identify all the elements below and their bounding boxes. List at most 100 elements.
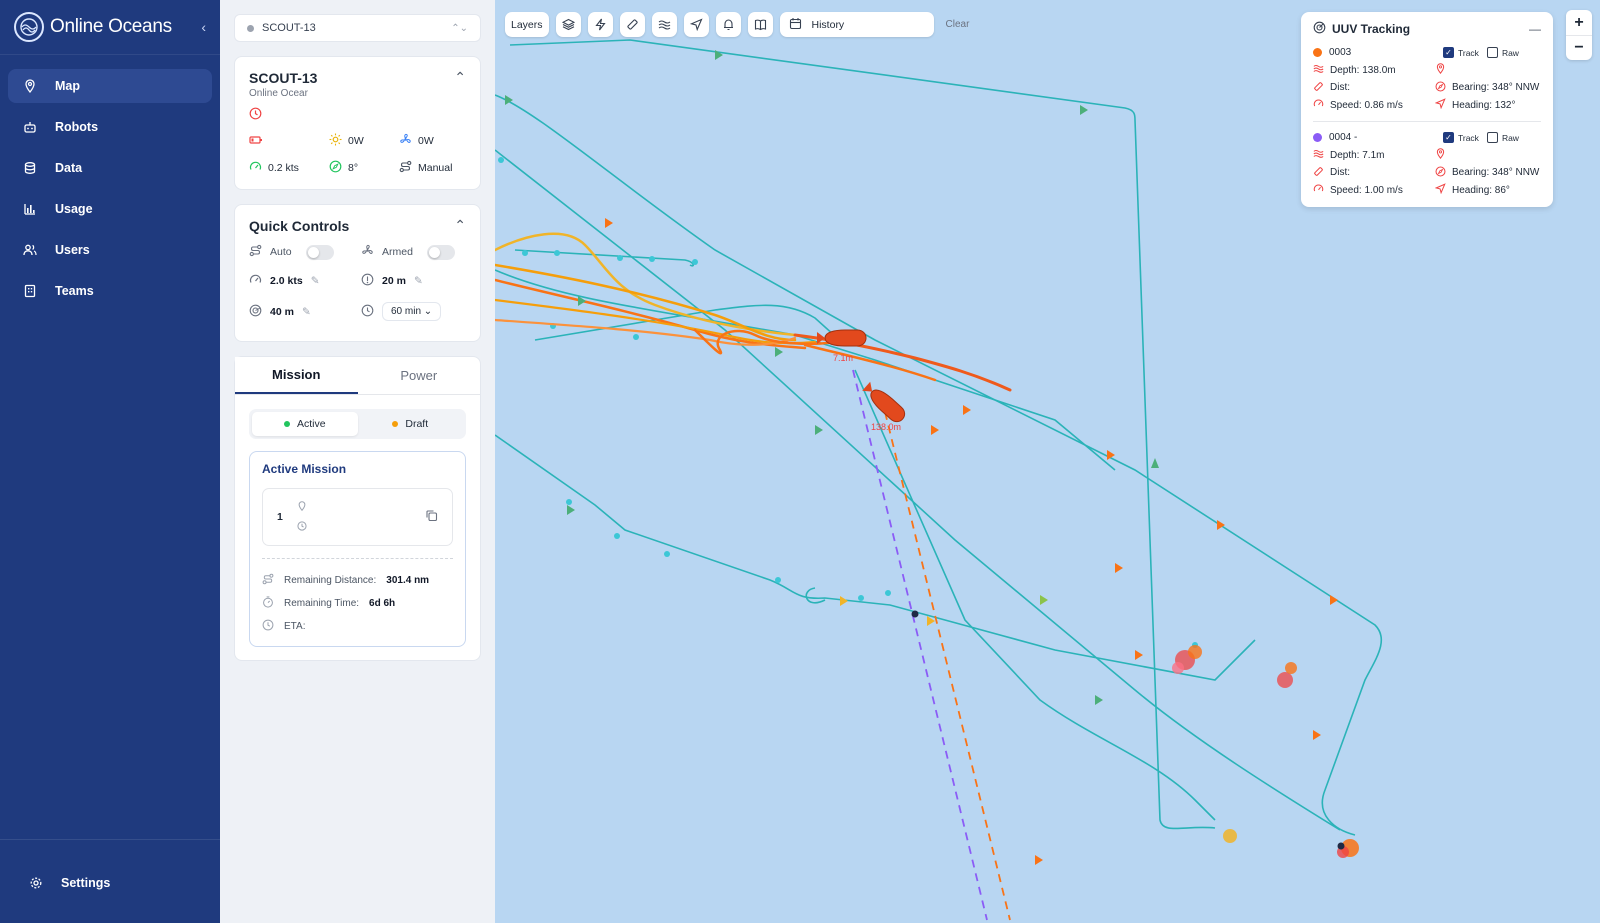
- map-pin-icon: [22, 78, 38, 94]
- ruler-icon[interactable]: [619, 12, 645, 37]
- segment-active[interactable]: Active: [252, 412, 358, 436]
- vehicle-id: 0003: [1329, 47, 1352, 59]
- sidebar-item-teams[interactable]: Teams: [8, 274, 212, 308]
- teal-waypoint-nodes: [498, 157, 1198, 648]
- tab-mission[interactable]: Mission: [235, 357, 358, 394]
- bearing-value: Bearing: 348° NNW: [1452, 167, 1540, 179]
- online-oceans-logo-icon: [14, 12, 44, 42]
- gauge-icon: [1313, 183, 1330, 197]
- depth-value: Depth: 7.1m: [1330, 149, 1385, 161]
- gauge-icon: [249, 273, 270, 289]
- calendar-icon: [789, 17, 802, 33]
- activity-clusters: [911, 610, 1359, 858]
- remaining-distance-row: Remaining Distance: 301.4 nm: [262, 569, 453, 592]
- sidebar-footer: Settings: [0, 839, 220, 923]
- chevron-up-icon[interactable]: ⌃: [454, 69, 466, 86]
- remaining-time-row: Remaining Time: 6d 6h: [262, 592, 453, 615]
- chevron-up-icon[interactable]: ⌃: [454, 217, 466, 234]
- waypoint-item[interactable]: 1: [262, 488, 453, 546]
- sidebar-item-data[interactable]: Data: [8, 151, 212, 185]
- track-direction-arrows: [505, 50, 1338, 865]
- radius-icon: [249, 304, 270, 320]
- quick-controls-title: Quick Controls: [249, 217, 350, 234]
- edit-depth-icon[interactable]: ✎: [414, 275, 423, 287]
- mission-card: Mission Power Active Draft Active Missio…: [234, 356, 481, 661]
- history-label: History: [811, 18, 845, 31]
- chevron-up-down-icon: ⌃⌄: [451, 22, 468, 34]
- speed-value: Speed: 0.86 m/s: [1330, 99, 1403, 111]
- tab-power[interactable]: Power: [358, 357, 481, 394]
- book-icon[interactable]: [747, 12, 773, 37]
- gauge-icon: [1313, 98, 1330, 112]
- teal-tracks: [495, 39, 1383, 836]
- vehicle-0004-depth-label: 7.1m: [833, 353, 854, 363]
- route-icon: [262, 573, 284, 588]
- gear-icon: [28, 875, 44, 891]
- heading-value: 8°: [348, 162, 359, 174]
- layers-button[interactable]: Layers: [505, 12, 549, 37]
- fan-icon: [361, 244, 382, 260]
- edit-speed-icon[interactable]: ✎: [311, 275, 320, 287]
- history-button[interactable]: History: [779, 12, 934, 37]
- mode-value: Manual: [418, 162, 453, 174]
- sidebar-item-usage[interactable]: Usage: [8, 192, 212, 226]
- compass-icon: [1435, 81, 1452, 95]
- depth-control: 20 m ✎: [361, 273, 466, 289]
- radar-icon: [1313, 21, 1332, 37]
- map-canvas[interactable]: 7.1m 138.0m Layers History Clear + − UUV…: [495, 0, 1600, 923]
- sidebar-item-robots[interactable]: Robots: [8, 110, 212, 144]
- raw-checkbox[interactable]: Raw: [1486, 132, 1519, 144]
- device-select[interactable]: SCOUT-13 ⌃⌄: [234, 14, 481, 42]
- lightning-icon[interactable]: [587, 12, 613, 37]
- layers-stack-icon[interactable]: [555, 12, 581, 37]
- battery-stat: [249, 133, 329, 149]
- active-mission-box: Active Mission 1 Remaining Distance: 301.…: [249, 451, 466, 647]
- vehicle-id: 0004 -: [1329, 132, 1358, 144]
- zoom-in-button[interactable]: +: [1566, 10, 1592, 35]
- segment-draft[interactable]: Draft: [358, 412, 464, 436]
- sidebar-item-settings[interactable]: Settings: [14, 866, 204, 900]
- sidebar-item-map[interactable]: Map: [8, 69, 212, 103]
- orange-tracks: [495, 232, 1012, 392]
- navigation-icon[interactable]: [683, 12, 709, 37]
- clock-alert-icon: [249, 107, 466, 123]
- heading-value: Heading: 132°: [1452, 99, 1516, 111]
- bell-icon[interactable]: [715, 12, 741, 37]
- armed-label: Armed: [382, 246, 413, 258]
- waves-icon[interactable]: [651, 12, 677, 37]
- clear-button[interactable]: Clear: [946, 19, 970, 30]
- speed-control: 2.0 kts ✎: [249, 273, 361, 289]
- robot-org: Online Ocear: [249, 88, 308, 99]
- armed-control: Armed: [361, 244, 466, 260]
- database-icon: [22, 160, 38, 176]
- raw-checkbox[interactable]: Raw: [1486, 47, 1519, 59]
- heading-value: Heading: 86°: [1452, 184, 1510, 196]
- speed-setpoint: 2.0 kts: [270, 275, 303, 287]
- armed-toggle[interactable]: [426, 244, 455, 260]
- clock-icon: [361, 304, 382, 320]
- timer-icon: [262, 596, 284, 611]
- track-checkbox[interactable]: ✓ Track: [1443, 132, 1479, 144]
- device-select-value: SCOUT-13: [262, 22, 316, 34]
- zoom-out-button[interactable]: −: [1566, 35, 1592, 60]
- radius-setpoint: 40 m: [270, 305, 294, 318]
- minimize-button[interactable]: —: [1529, 22, 1541, 36]
- edit-radius-icon[interactable]: ✎: [302, 306, 311, 318]
- map-pin-icon: [297, 500, 307, 514]
- sidebar-item-users[interactable]: Users: [8, 233, 212, 267]
- copy-icon[interactable]: [425, 509, 438, 525]
- radius-control: 40 m ✎: [249, 302, 361, 321]
- depth-icon: [361, 273, 382, 289]
- collapse-sidebar-icon[interactable]: ‹: [201, 19, 206, 35]
- sidebar-nav: Map Robots Data Usage Users Teams: [0, 55, 220, 329]
- track-checkbox[interactable]: ✓ Track: [1443, 47, 1479, 59]
- remaining-time-value: 6d 6h: [369, 598, 396, 609]
- ruler-icon: [1313, 166, 1330, 180]
- route-icon: [249, 244, 270, 260]
- auto-toggle[interactable]: [305, 244, 334, 260]
- sidebar: Online Oceans ‹ Map Robots Data Usage Us…: [0, 0, 220, 923]
- users-icon: [22, 242, 38, 258]
- compass-icon: [1435, 166, 1452, 180]
- vehicle-color-dot: [1313, 48, 1322, 58]
- interval-select[interactable]: 60 min ⌄: [382, 302, 442, 321]
